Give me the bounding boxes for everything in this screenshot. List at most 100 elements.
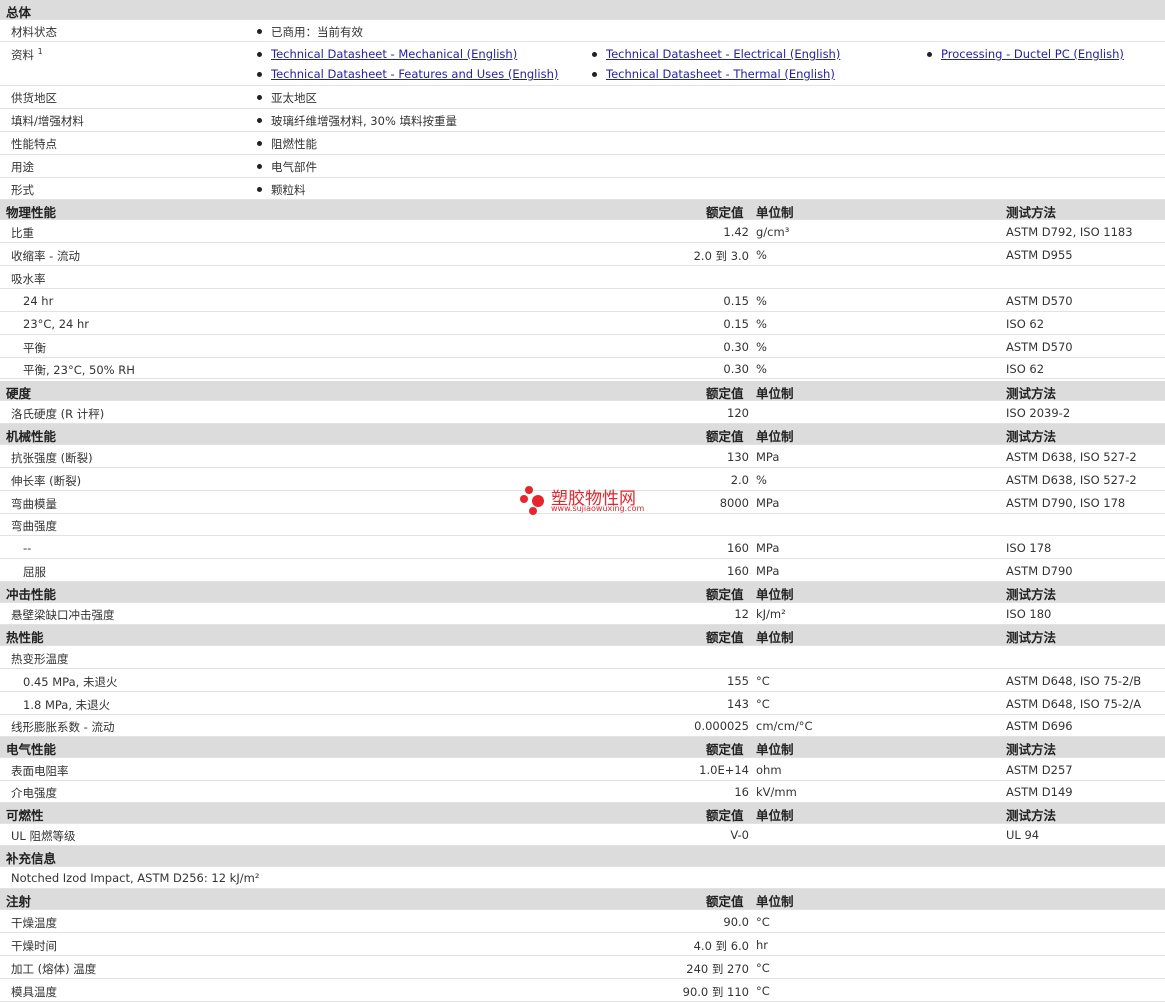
- property-row: 弯曲强度: [0, 514, 1165, 536]
- row-label: 资料 1: [11, 47, 43, 62]
- property-label: 24 hr: [23, 294, 54, 308]
- dots-logo-icon: [520, 486, 544, 515]
- property-method: ISO 2039-2: [1006, 406, 1071, 420]
- row-value: 阻燃性能: [271, 137, 317, 151]
- property-value: 12: [734, 607, 749, 621]
- property-value: 4.0 到 6.0: [693, 939, 749, 953]
- property-unit: °C: [756, 674, 770, 688]
- general-form-row: 形式 颗粒料: [0, 178, 1165, 200]
- property-value: 1.42: [723, 225, 749, 239]
- property-method: ASTM D790: [1006, 564, 1073, 578]
- column-header-method: 测试方法: [1006, 630, 1057, 645]
- property-row: 悬壁梁缺口冲击强度 12 kJ/m² ISO 180: [0, 603, 1165, 625]
- column-header-method: 测试方法: [1006, 429, 1057, 444]
- property-row: 平衡 0.30% ASTM D570: [0, 335, 1165, 358]
- bullet-icon: [257, 164, 262, 169]
- section-title: 冲击性能: [6, 587, 57, 602]
- column-header-value: 额定值: [706, 587, 744, 602]
- row-value: 颗粒料: [271, 183, 306, 197]
- property-value: 120: [727, 406, 749, 420]
- supplement-row: Notched Izod Impact, ASTM D256: 12 kJ/m²: [0, 867, 1165, 889]
- property-row: 线形膨胀系数 - 流动 0.000025 cm/cm/°C ASTM D696: [0, 715, 1165, 737]
- column-header-unit: 单位制: [756, 429, 794, 444]
- property-unit: MPa: [756, 450, 780, 464]
- property-value: 240 到 270: [686, 962, 749, 976]
- column-header-method: 测试方法: [1006, 386, 1057, 401]
- property-row: 比重 1.42 g/cm³ ASTM D792, ISO 1183: [0, 220, 1165, 243]
- column-header-method: 测试方法: [1006, 808, 1057, 823]
- row-value: 已商用：当前有效: [271, 25, 363, 39]
- column-header-value: 额定值: [706, 630, 744, 645]
- general-filler-row: 填料/增强材料 玻璃纤维增强材料, 30% 填料按重量: [0, 109, 1165, 132]
- property-row: -- 160 MPa ISO 178: [0, 536, 1165, 559]
- row-label: 形式: [11, 183, 34, 197]
- property-value: 0.000025: [694, 719, 749, 733]
- property-value: 160: [727, 541, 749, 555]
- section-title: 电气性能: [6, 742, 57, 757]
- property-value: V-0: [730, 828, 749, 842]
- property-value: 2.0 到 3.0: [693, 249, 749, 263]
- property-label: 平衡: [23, 341, 46, 355]
- section-title: 注射: [6, 894, 32, 909]
- section-title: 热性能: [6, 630, 44, 645]
- column-header-unit: 单位制: [756, 742, 794, 757]
- property-row: 屈服 160 MPa ASTM D790: [0, 559, 1165, 582]
- general-region-row: 供货地区 亚太地区: [0, 86, 1165, 109]
- section-general-header: 总体: [0, 0, 1165, 20]
- section-title: 补充信息: [6, 851, 57, 866]
- property-row: 热变形温度: [0, 646, 1165, 669]
- bullet-icon: [592, 52, 597, 57]
- general-feature-row: 性能特点 阻燃性能: [0, 132, 1165, 155]
- column-header-unit: 单位制: [756, 386, 794, 401]
- property-value: 160: [727, 564, 749, 578]
- property-value: 1.0E+14: [699, 763, 749, 777]
- property-label: 屈服: [23, 565, 46, 579]
- property-unit: %: [756, 294, 767, 308]
- watermark-logo: 塑胶物性网 www.sujiaowuxing.com: [520, 484, 644, 519]
- doc-link-thermal[interactable]: Technical Datasheet - Thermal (English): [606, 67, 835, 81]
- property-method: ISO 62: [1006, 362, 1045, 376]
- bullet-icon: [257, 29, 262, 34]
- property-row: 1.8 MPa, 未退火 143 °C ASTM D648, ISO 75-2/A: [0, 692, 1165, 715]
- section-impact-header: 冲击性能 额定值 单位制 测试方法: [0, 582, 1165, 603]
- property-method: ASTM D792, ISO 1183: [1006, 225, 1133, 239]
- property-row: 加工 (熔体) 温度 240 到 270 °C: [0, 956, 1165, 979]
- property-method: ASTM D638, ISO 527-2: [1006, 473, 1137, 487]
- column-header-method: 测试方法: [1006, 742, 1057, 757]
- property-row: 0.45 MPa, 未退火 155 °C ASTM D648, ISO 75-2/B: [0, 669, 1165, 692]
- section-hardness-header: 硬度 额定值 单位制 测试方法: [0, 381, 1165, 401]
- property-value: 0.15: [723, 294, 749, 308]
- property-method: ASTM D696: [1006, 719, 1073, 733]
- section-injection-header: 注射 额定值 单位制: [0, 889, 1165, 910]
- doc-link-processing[interactable]: Processing - Ductel PC (English): [941, 47, 1124, 61]
- property-unit: °C: [756, 984, 770, 998]
- property-method: ISO 180: [1006, 607, 1052, 621]
- property-value: 16: [734, 785, 749, 799]
- section-title: 可燃性: [6, 808, 44, 823]
- property-label: 收缩率 - 流动: [11, 249, 80, 263]
- property-label: 洛氏硬度 (R 计秤): [11, 407, 105, 421]
- doc-link-features[interactable]: Technical Datasheet - Features and Uses …: [271, 67, 558, 81]
- column-header-unit: 单位制: [756, 808, 794, 823]
- property-row: 介电强度 16 kV/mm ASTM D149: [0, 781, 1165, 803]
- property-method: ISO 62: [1006, 317, 1045, 331]
- column-header-unit: 单位制: [756, 630, 794, 645]
- column-header-unit: 单位制: [756, 205, 794, 220]
- bullet-icon: [257, 118, 262, 123]
- column-header-value: 额定值: [706, 205, 744, 220]
- property-row: 抗张强度 (断裂) 130 MPa ASTM D638, ISO 527-2: [0, 445, 1165, 468]
- doc-link-electrical[interactable]: Technical Datasheet - Electrical (Englis…: [606, 47, 840, 61]
- bullet-icon: [257, 187, 262, 192]
- bullet-icon: [592, 72, 597, 77]
- property-label: 热变形温度: [11, 652, 69, 666]
- section-mechanical-header: 机械性能 额定值 单位制 测试方法: [0, 424, 1165, 445]
- property-label: 介电强度: [11, 786, 57, 800]
- property-unit: MPa: [756, 564, 780, 578]
- property-unit: cm/cm/°C: [756, 719, 813, 733]
- property-unit: °C: [756, 697, 770, 711]
- property-label: 线形膨胀系数 - 流动: [11, 720, 115, 734]
- doc-link-mechanical[interactable]: Technical Datasheet - Mechanical (Englis…: [271, 47, 517, 61]
- column-header-method: 测试方法: [1006, 587, 1057, 602]
- property-label: 平衡, 23°C, 50% RH: [23, 363, 135, 377]
- property-unit: °C: [756, 961, 770, 975]
